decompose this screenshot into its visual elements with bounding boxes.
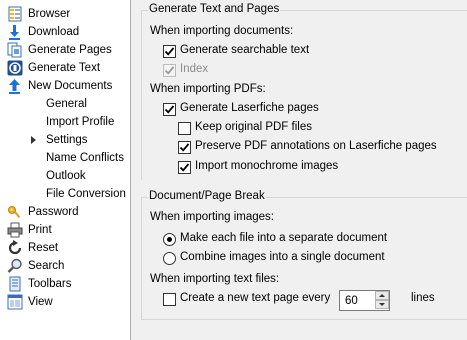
sidebar-item-label: Outlook xyxy=(46,170,86,182)
sidebar-item-label: Name Conflicts xyxy=(46,152,124,164)
sidebar-item-print[interactable]: Print xyxy=(7,221,52,239)
importing-pdfs-label: When importing PDFs: xyxy=(150,83,266,95)
separate-document-radio[interactable] xyxy=(163,233,176,246)
generate-searchable-text-checkbox[interactable] xyxy=(163,45,176,58)
keep-original-pdf-checkbox[interactable] xyxy=(178,122,191,135)
sidebar-item-name-conflicts[interactable]: Name Conflicts xyxy=(46,149,124,167)
importing-images-label: When importing images: xyxy=(150,211,274,223)
sidebar-item-general[interactable]: General xyxy=(46,95,87,113)
index-checkbox[interactable] xyxy=(163,64,176,77)
chevron-down-icon xyxy=(379,303,385,306)
create-new-text-page-label: Create a new text page every xyxy=(180,292,331,304)
stepper-down-button[interactable] xyxy=(375,300,389,309)
download-icon xyxy=(7,24,23,40)
stepper-up-button[interactable] xyxy=(375,291,389,300)
lines-label: lines xyxy=(411,292,435,304)
group-title: Document/Page Break xyxy=(148,190,266,202)
sidebar-item-label: File Conversion xyxy=(46,188,126,200)
sidebar-item-label: Generate Text xyxy=(28,62,101,74)
single-document-radio[interactable] xyxy=(163,252,176,265)
sidebar-item-settings[interactable]: Settings xyxy=(46,131,88,149)
sidebar-item-label: Search xyxy=(28,260,65,272)
sidebar-item-browser[interactable]: Browser xyxy=(7,5,70,23)
generate-laserfiche-pages-label: Generate Laserfiche pages xyxy=(180,102,319,114)
checkmark-icon xyxy=(164,47,175,56)
checkmark-icon xyxy=(179,163,190,172)
preserve-pdf-annotations-checkbox[interactable] xyxy=(178,141,191,154)
sidebar-item-search[interactable]: Search xyxy=(7,257,64,275)
sidebar-item-label: Browser xyxy=(28,8,71,20)
sidebar-item-label: Import Profile xyxy=(46,116,115,128)
sidebar-item-view[interactable]: View xyxy=(7,293,53,311)
lines-stepper[interactable] xyxy=(339,290,390,311)
importing-text-label: When importing text files: xyxy=(150,273,280,285)
view-icon xyxy=(7,294,23,310)
sidebar-item-label: New Documents xyxy=(28,80,113,92)
sidebar-item-toolbars[interactable]: Toolbars xyxy=(7,275,71,293)
sidebar-item-label: General xyxy=(46,98,87,110)
sidebar-item-generate-text[interactable]: Generate Text xyxy=(7,59,100,77)
sidebar-item-label: Settings xyxy=(46,134,88,146)
sidebar-item-label: Reset xyxy=(28,242,59,254)
sidebar-item-label: Print xyxy=(28,224,52,236)
preserve-pdf-annotations-label: Preserve PDF annotations on Laserfiche p… xyxy=(195,140,437,152)
index-label: Index xyxy=(180,63,209,75)
sidebar-item-new-documents[interactable]: New Documents xyxy=(7,77,112,95)
generate-text-icon xyxy=(7,60,23,76)
checkmark-icon xyxy=(164,66,175,75)
checkmark-icon xyxy=(179,143,190,152)
new-documents-icon xyxy=(7,78,23,94)
sidebar-item-label: Generate Pages xyxy=(28,44,112,56)
chevron-up-icon xyxy=(379,294,385,297)
search-icon xyxy=(7,258,23,274)
radio-dot xyxy=(167,237,172,242)
chevron-right-icon xyxy=(31,136,36,144)
browser-icon xyxy=(7,6,23,22)
separate-document-label: Make each file into a separate document xyxy=(180,232,388,244)
sidebar-item-label: View xyxy=(28,296,53,308)
create-new-text-page-checkbox[interactable] xyxy=(163,293,176,306)
sidebar-item-import-profile[interactable]: Import Profile xyxy=(46,113,114,131)
sidebar-item-outlook[interactable]: Outlook xyxy=(46,167,86,185)
keep-original-pdf-label: Keep original PDF files xyxy=(195,121,312,133)
import-monochrome-label: Import monochrome images xyxy=(195,160,339,172)
generate-pages-icon xyxy=(7,42,23,58)
single-document-label: Combine images into a single document xyxy=(180,251,385,263)
settings-sidebar: Browser Download Generate Pages Generate… xyxy=(0,0,131,340)
reset-icon xyxy=(7,240,23,256)
sidebar-item-label: Download xyxy=(28,26,80,38)
lines-input[interactable] xyxy=(340,291,373,310)
checkmark-icon xyxy=(164,105,175,114)
group-title: Generate Text and Pages xyxy=(148,3,281,15)
sidebar-item-generate-pages[interactable]: Generate Pages xyxy=(7,41,112,59)
sidebar-item-password[interactable]: Password xyxy=(7,203,79,221)
sidebar-item-label: Toolbars xyxy=(28,278,72,290)
import-monochrome-checkbox[interactable] xyxy=(178,161,191,174)
generate-searchable-text-label: Generate searchable text xyxy=(180,44,310,56)
sidebar-item-label: Password xyxy=(28,206,79,218)
importing-documents-label: When importing documents: xyxy=(150,25,294,37)
sidebar-item-download[interactable]: Download xyxy=(7,23,79,41)
generate-laserfiche-pages-checkbox[interactable] xyxy=(163,103,176,116)
toolbars-icon xyxy=(7,276,23,292)
sidebar-item-reset[interactable]: Reset xyxy=(7,239,58,257)
sidebar-item-file-conversion[interactable]: File Conversion xyxy=(46,185,126,203)
key-icon xyxy=(7,204,23,220)
printer-icon xyxy=(7,222,23,238)
